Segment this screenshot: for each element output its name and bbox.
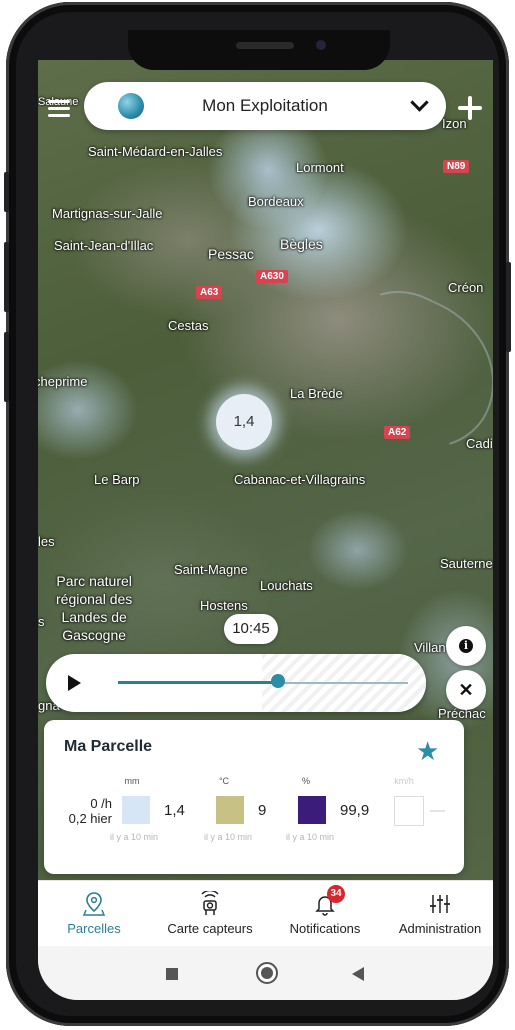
humidity-swatch <box>298 796 326 824</box>
wind-swatch <box>394 796 424 826</box>
sliders-icon <box>394 891 486 917</box>
place-label: Cadi <box>466 436 493 451</box>
place-label: Parc naturel régional des Landes de Gasc… <box>56 573 133 643</box>
parcel-title: Ma Parcelle <box>64 738 153 755</box>
place-label: Lormont <box>296 160 344 175</box>
metric-unit: °C <box>218 776 230 786</box>
map-pin-icon <box>60 891 128 917</box>
phone-notch <box>128 30 390 70</box>
place-label: Saint-Médard-en-Jalles <box>88 144 223 159</box>
bell-icon: 34 <box>284 885 366 917</box>
place-label: Cabanac-et-Villagrains <box>234 472 366 487</box>
camera <box>316 40 326 50</box>
place-label: Villan <box>414 640 446 655</box>
home-icon[interactable] <box>256 962 278 984</box>
place-label: Pessac <box>208 246 254 262</box>
nav-label: Carte capteurs <box>167 921 253 936</box>
place-label: Martignas-sur-Jalle <box>52 206 163 221</box>
nav-label: Administration <box>398 921 482 936</box>
nav-item-notifications[interactable]: 34 Notifications <box>284 885 366 936</box>
metric-time: il y a 10 min <box>204 832 253 842</box>
play-icon[interactable] <box>68 675 81 691</box>
place-label: cheprime <box>38 374 88 389</box>
place-label: Louchats <box>260 578 313 593</box>
timeline-player <box>46 654 426 712</box>
parcel-card[interactable]: Ma Parcelle ★ mm 0 /h 0,2 hier 1,4 il y a… <box>44 720 464 874</box>
system-nav-bar <box>38 946 493 1000</box>
timeline-slider-thumb[interactable] <box>270 674 285 688</box>
place-label: s <box>38 614 45 629</box>
metric-value: 1,4 <box>164 802 185 819</box>
timeline-time: 10:45 <box>224 614 278 644</box>
road-badge: A63 <box>196 286 223 299</box>
menu-icon[interactable] <box>48 98 74 120</box>
info-button[interactable]: i <box>446 626 486 666</box>
rain-yesterday: 0,2 hier <box>68 811 112 826</box>
road-badge: N89 <box>443 160 470 173</box>
timeline-progress <box>118 681 278 684</box>
sensor-cluster-marker[interactable]: 1,4 <box>216 394 272 450</box>
phone-button <box>4 172 9 212</box>
place-label: les <box>38 534 55 549</box>
metric-value: 9 <box>258 802 267 819</box>
metric-time: il y a 10 min <box>110 832 159 842</box>
rain-rate: 0 /h 0,2 hier <box>52 796 112 826</box>
metric-value: — <box>430 802 445 819</box>
rain-rate-now: 0 /h <box>90 796 112 811</box>
close-icon: ✕ <box>458 680 474 700</box>
farm-selector[interactable]: Mon Exploitation <box>84 82 446 130</box>
metric-time: il y a 10 min <box>286 832 335 842</box>
notification-badge: 34 <box>327 885 345 903</box>
screen: Saint-Médard-en-Jalles Lormont Martignas… <box>38 60 493 1000</box>
road-badge: A62 <box>384 426 411 439</box>
recents-icon[interactable] <box>166 968 178 980</box>
place-label: La Brède <box>290 386 343 401</box>
place-label: Saint-Jean-d'Illac <box>54 238 154 253</box>
rain-swatch <box>122 796 150 824</box>
info-icon: i <box>459 638 473 653</box>
phone-button <box>4 332 9 402</box>
speaker <box>236 42 294 49</box>
plus-icon[interactable] <box>458 96 482 120</box>
nav-label: Notifications <box>289 921 361 936</box>
phone-button <box>4 242 9 312</box>
nav-item-administration[interactable]: Administration <box>394 891 486 936</box>
place-label: Sauterne <box>440 556 493 571</box>
place-label: Bordeaux <box>248 194 304 209</box>
place-label: Bègles <box>280 236 323 252</box>
back-icon[interactable] <box>352 967 364 981</box>
phone-button <box>506 262 511 352</box>
star-icon[interactable]: ★ <box>416 738 439 764</box>
nav-item-carte-capteurs[interactable]: Carte capteurs <box>162 889 258 936</box>
metric-unit: km/h <box>394 776 414 786</box>
close-button[interactable]: ✕ <box>446 670 486 710</box>
place-label: Hostens <box>200 598 248 613</box>
metric-value: 99,9 <box>340 802 370 819</box>
nav-item-parcelles[interactable]: Parcelles <box>60 891 128 936</box>
temperature-swatch <box>216 796 244 824</box>
bottom-nav: Parcelles Carte capteurs 34 Notification… <box>38 880 493 947</box>
farm-name: Mon Exploitation <box>202 96 328 115</box>
metric-unit: % <box>301 776 310 786</box>
place-label: Cestas <box>168 318 209 333</box>
place-label: Créon <box>448 280 484 295</box>
metric-unit: mm <box>124 776 140 786</box>
place-label: Le Barp <box>94 472 140 487</box>
nav-label: Parcelles <box>67 921 121 936</box>
place-label: Saint-Magne <box>174 562 248 577</box>
sensor-icon <box>162 889 258 917</box>
road-badge: A630 <box>256 270 288 283</box>
